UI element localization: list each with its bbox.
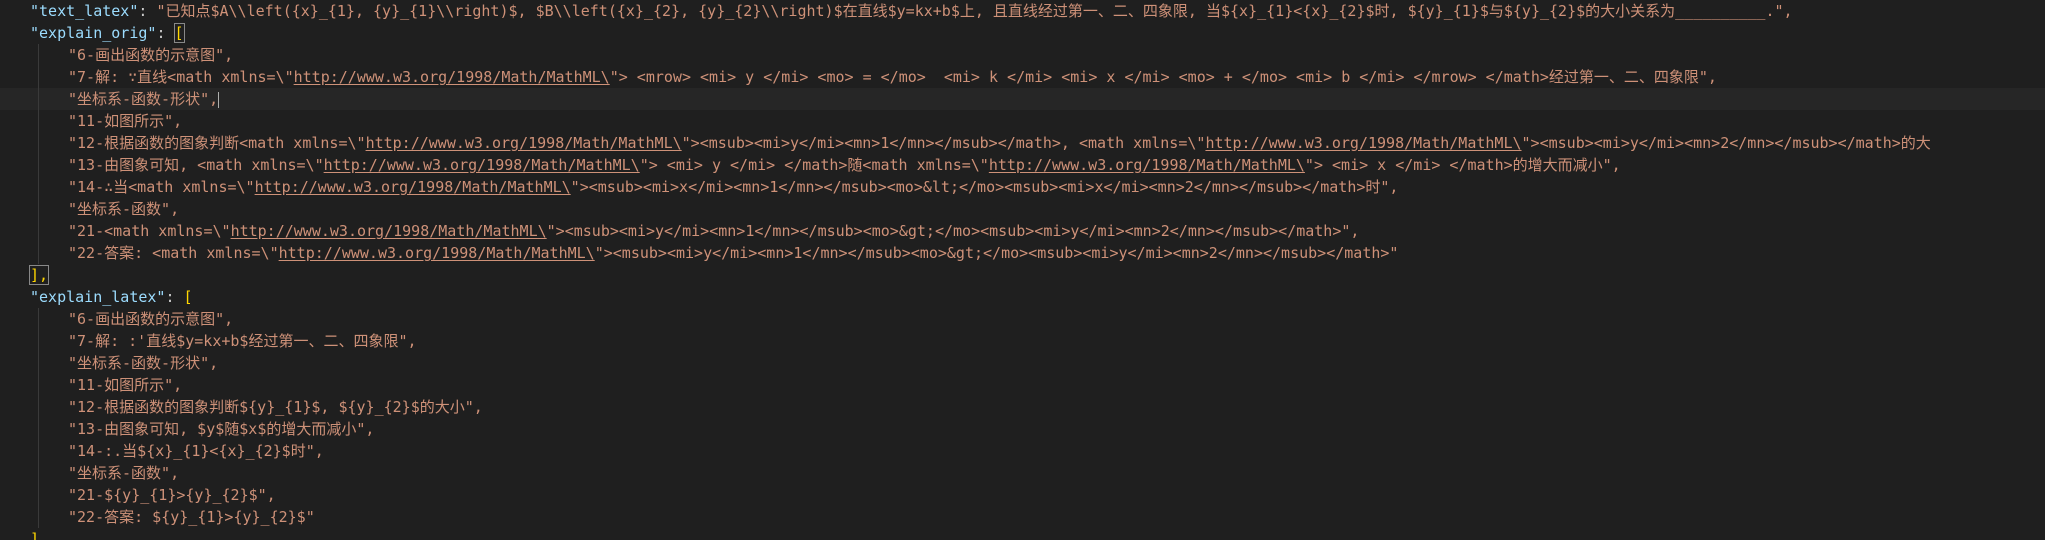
string-literal: "6-画出函数的示意图", — [68, 46, 234, 64]
string-literal: "12-根据函数的图象判断<math xmlns=\" — [68, 134, 366, 152]
code-line[interactable]: "explain_latex": [ — [0, 286, 2045, 308]
indent-guide — [38, 154, 39, 176]
string-literal: "> <mi> y </mi> </math>随<math xmlns=\" — [639, 156, 989, 174]
code-line[interactable]: "7-解: ∵直线<math xmlns=\"http://www.w3.org… — [0, 66, 2045, 88]
json-key: "explain_latex" — [30, 288, 166, 306]
indent-guide — [38, 462, 39, 484]
open-bracket: [ — [183, 288, 193, 306]
code-line[interactable]: "12-根据函数的图象判断${y}_{1}$, ${y}_{2}$的大小", — [0, 396, 2045, 418]
code-line[interactable]: "坐标系-函数-形状", — [0, 352, 2045, 374]
code-line[interactable]: "12-根据函数的图象判断<math xmlns=\"http://www.w3… — [0, 132, 2045, 154]
indent-guide — [38, 198, 39, 220]
string-literal: "> <mrow> <mi> y </mi> <mo> = </mo> <mi>… — [609, 68, 1717, 86]
indent-guide — [38, 418, 39, 440]
code-line[interactable]: "21-${y}_{1}>{y}_{2}$", — [0, 484, 2045, 506]
code-line[interactable]: "7-解: :'直线$y=kx+b$经过第一、二、四象限", — [0, 330, 2045, 352]
indent-guide — [38, 44, 39, 66]
string-literal: "><msub><mi>y</mi><mn>1</mn></msub><mo>&… — [546, 222, 1360, 240]
json-key: "text_latex" — [30, 2, 139, 20]
string-literal: "><msub><mi>y</mi><mn>1</mn></msub><mo>&… — [594, 244, 1399, 262]
indent-guide — [38, 374, 39, 396]
string-literal: "13-由图象可知, $y$随$x$的增大而减小", — [68, 420, 375, 438]
string-literal: "14-:.当${x}_{1}<{x}_{2}$时", — [68, 442, 324, 460]
url-link: http://www.w3.org/1998/Math/MathML\ — [1205, 134, 1522, 152]
code-line[interactable]: "22-答案: ${y}_{1}>{y}_{2}$" — [0, 506, 2045, 528]
string-literal: "21-${y}_{1}>{y}_{2}$", — [68, 486, 276, 504]
string-literal: "12-根据函数的图象判断${y}_{1}$, ${y}_{2}$的大小", — [68, 398, 483, 416]
indent-guide — [38, 176, 39, 198]
code-punctuation: : — [138, 2, 157, 20]
open-bracket: [ — [173, 23, 185, 43]
string-literal: "坐标系-函数", — [68, 464, 180, 482]
code-line[interactable]: "13-由图象可知, $y$随$x$的增大而减小", — [0, 418, 2045, 440]
code-line[interactable]: ], — [0, 264, 2045, 286]
close-bracket: ] — [30, 530, 40, 540]
indent-guide — [38, 242, 39, 264]
code-line[interactable]: "13-由图象可知, <math xmlns=\"http://www.w3.o… — [0, 154, 2045, 176]
code-editor[interactable]: "text_latex": "已知点$A\\left({x}_{1}, {y}_… — [0, 0, 2045, 540]
indent-guide — [38, 506, 39, 528]
code-line[interactable]: "坐标系-函数", — [0, 198, 2045, 220]
code-line[interactable]: "11-如图所示", — [0, 374, 2045, 396]
url-link: http://www.w3.org/1998/Math/MathML\ — [254, 178, 571, 196]
string-literal: "7-解: :'直线$y=kx+b$经过第一、二、四象限", — [68, 332, 417, 350]
code-line[interactable]: "21-<math xmlns=\"http://www.w3.org/1998… — [0, 220, 2045, 242]
indent-guide — [38, 66, 39, 88]
indent-guide — [38, 88, 39, 110]
indent-guide — [38, 110, 39, 132]
string-literal: "13-由图象可知, <math xmlns=\" — [68, 156, 324, 174]
code-line[interactable]: ] — [0, 528, 2045, 540]
code-line[interactable]: "6-画出函数的示意图", — [0, 308, 2045, 330]
indent-guide — [38, 220, 39, 242]
string-literal: "21-<math xmlns=\" — [68, 222, 231, 240]
indent-guide — [38, 396, 39, 418]
json-string-value: "已知点$A\\left({x}_{1}, {y}_{1}\\right)$, … — [156, 2, 1793, 20]
close-bracket: ], — [28, 265, 50, 285]
url-link: http://www.w3.org/1998/Math/MathML\ — [365, 134, 682, 152]
code-line[interactable]: "坐标系-函数-形状", — [0, 88, 2045, 110]
string-literal: "14-∴当<math xmlns=\" — [68, 178, 255, 196]
string-literal: "11-如图所示", — [68, 112, 183, 130]
indent-guide — [38, 440, 39, 462]
string-literal: "22-答案: ${y}_{1}>{y}_{2}$" — [68, 508, 315, 526]
code-line[interactable]: "14-∴当<math xmlns=\"http://www.w3.org/19… — [0, 176, 2045, 198]
code-punctuation: : — [165, 288, 184, 306]
code-line[interactable]: "22-答案: <math xmlns=\"http://www.w3.org/… — [0, 242, 2045, 264]
code-line[interactable]: "6-画出函数的示意图", — [0, 44, 2045, 66]
url-link: http://www.w3.org/1998/Math/MathML\ — [323, 156, 640, 174]
url-link: http://www.w3.org/1998/Math/MathML\ — [278, 244, 595, 262]
indent-guide — [38, 308, 39, 330]
code-line[interactable]: "explain_orig": [ — [0, 22, 2045, 44]
string-literal: "7-解: ∵直线<math xmlns=\" — [68, 68, 294, 86]
indent-guide — [38, 352, 39, 374]
code-punctuation: : — [156, 24, 175, 42]
url-link: http://www.w3.org/1998/Math/MathML\ — [293, 68, 610, 86]
code-line[interactable]: "坐标系-函数", — [0, 462, 2045, 484]
text-cursor — [218, 91, 220, 108]
indent-guide — [38, 484, 39, 506]
code-lines[interactable]: "text_latex": "已知点$A\\left({x}_{1}, {y}_… — [0, 0, 2045, 540]
string-literal: "> <mi> x </mi> </math>的增大而减小", — [1304, 156, 1621, 174]
string-literal: "22-答案: <math xmlns=\" — [68, 244, 279, 262]
string-literal: "坐标系-函数", — [68, 200, 180, 218]
url-link: http://www.w3.org/1998/Math/MathML\ — [230, 222, 547, 240]
indent-guide — [38, 330, 39, 352]
code-line[interactable]: "11-如图所示", — [0, 110, 2045, 132]
string-literal: "><msub><mi>y</mi><mn>1</mn></msub></mat… — [681, 134, 1206, 152]
code-line[interactable]: "14-:.当${x}_{1}<{x}_{2}$时", — [0, 440, 2045, 462]
string-literal: "><msub><mi>x</mi><mn>1</mn></msub><mo>&… — [570, 178, 1399, 196]
string-literal: "6-画出函数的示意图", — [68, 310, 234, 328]
json-key: "explain_orig" — [30, 24, 157, 42]
string-literal: "><msub><mi>y</mi><mn>2</mn></msub></mat… — [1521, 134, 1931, 152]
indent-guide — [38, 132, 39, 154]
string-literal: "11-如图所示", — [68, 376, 183, 394]
url-link: http://www.w3.org/1998/Math/MathML\ — [988, 156, 1305, 174]
code-line[interactable]: "text_latex": "已知点$A\\left({x}_{1}, {y}_… — [0, 0, 2045, 22]
string-literal: "坐标系-函数-形状", — [68, 90, 219, 108]
string-literal: "坐标系-函数-形状", — [68, 354, 219, 372]
